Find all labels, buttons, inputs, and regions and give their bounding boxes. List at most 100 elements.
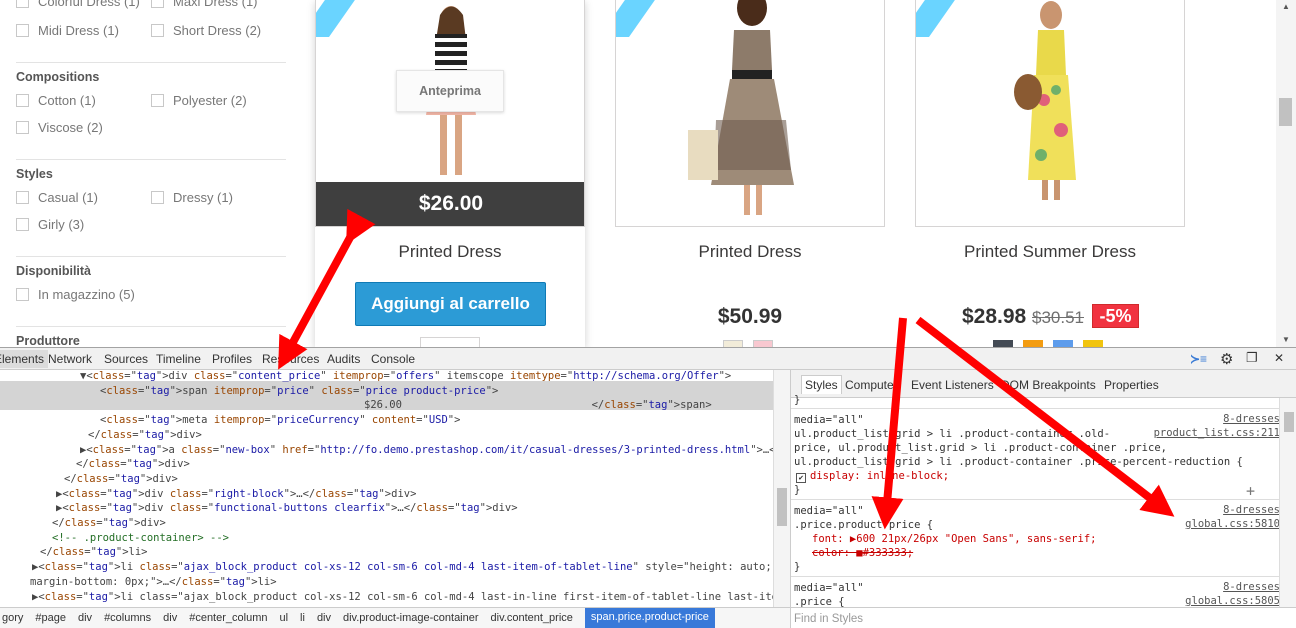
source-link[interactable]: global.css:5810 [1185, 518, 1280, 530]
dom-node-line[interactable]: </class="tag">li> [40, 545, 148, 559]
checkbox[interactable] [16, 218, 29, 231]
checkbox[interactable] [16, 94, 29, 107]
breadcrumb-item[interactable]: div [317, 612, 331, 624]
scrollbar-thumb[interactable] [1279, 98, 1292, 126]
dom-node-line[interactable]: $26.00 </class="tag">span> [364, 398, 712, 412]
tab-properties[interactable]: Properties [1104, 378, 1159, 392]
dom-node-line[interactable]: ▶<class="tag">a class="new-box" href="ht… [80, 443, 773, 457]
scrollbar-thumb[interactable] [1284, 412, 1294, 432]
dom-node-line[interactable]: </class="tag">div> [76, 457, 190, 471]
dom-node-line[interactable]: </class="tag">div> [52, 516, 166, 530]
breadcrumb-item[interactable]: div.product-image-container [343, 612, 479, 624]
dom-comment[interactable]: <!-- .product-container> --> [52, 531, 229, 545]
filter-short-dress[interactable]: Short Dress (2) [151, 23, 261, 38]
checkbox[interactable] [151, 191, 164, 204]
checkbox[interactable] [151, 24, 164, 37]
product-name[interactable]: Printed Dress [615, 242, 885, 262]
dom-node-line[interactable]: ▶<class="tag">div class="right-block">…<… [56, 487, 416, 501]
tab-elements[interactable]: Elements [0, 350, 49, 368]
dock-icon[interactable]: ❐ [1246, 350, 1258, 366]
dom-node-line[interactable]: <class="tag">meta itemprop="priceCurrenc… [100, 413, 460, 427]
checkbox[interactable] [151, 94, 164, 107]
product-card-3[interactable]: Printed Summer Dress $28.98 $30.51 -5% [915, 0, 1185, 347]
tab-styles[interactable]: Styles [801, 375, 842, 394]
color-swatch[interactable] [1053, 340, 1073, 347]
color-swatch[interactable] [993, 340, 1013, 347]
breadcrumb-item[interactable]: div [163, 612, 177, 624]
drawer-icon[interactable]: ≻≡ [1190, 352, 1207, 366]
filter-polyester[interactable]: Polyester (2) [151, 93, 247, 108]
tab-resources[interactable]: Resources [262, 352, 319, 366]
color-swatch[interactable] [723, 340, 743, 347]
product-card-1[interactable]: Anteprima $26.00 Printed Dress Aggiungi … [315, 0, 585, 347]
tab-audits[interactable]: Audits [327, 352, 360, 366]
more-button[interactable] [420, 337, 480, 347]
product-name[interactable]: Printed Dress [315, 242, 585, 262]
breadcrumb-item[interactable]: span.price.product-price [584, 608, 715, 628]
dom-node-line[interactable]: ▶<class="tag">li class="ajax_block_produ… [32, 560, 772, 574]
product-name[interactable]: Printed Summer Dress [915, 242, 1185, 262]
page-scrollbar[interactable]: ▲ ▼ [1276, 0, 1296, 347]
checkbox[interactable] [16, 0, 29, 8]
tab-dom-breakpoints[interactable]: DOM Breakpoints [1001, 378, 1096, 392]
find-in-styles-input[interactable]: Find in Styles [791, 607, 1296, 628]
checkbox[interactable] [16, 191, 29, 204]
close-icon[interactable]: ✕ [1274, 351, 1284, 365]
add-rule-icon[interactable]: + [1246, 482, 1255, 500]
filter-cotton[interactable]: Cotton (1) [16, 93, 96, 108]
tab-computed[interactable]: Computed [845, 378, 900, 392]
source-link[interactable]: product_list.css:211 [1154, 427, 1280, 439]
source-link[interactable]: 8-dresses [1223, 413, 1280, 425]
breadcrumb-item[interactable]: ul [279, 612, 288, 624]
filter-in-stock[interactable]: In magazzino (5) [16, 287, 135, 302]
color-swatch[interactable] [1083, 340, 1103, 347]
dom-node-line[interactable]: ▶<class="tag">li class="ajax_block_produ… [32, 590, 773, 604]
tab-timeline[interactable]: Timeline [156, 352, 201, 366]
filter-dressy[interactable]: Dressy (1) [151, 190, 233, 205]
styles-scrollbar[interactable] [1279, 398, 1296, 607]
filter-midi-dress[interactable]: Midi Dress (1) [16, 23, 119, 38]
product-image-container[interactable] [615, 0, 885, 227]
color-swatch[interactable] [753, 340, 773, 347]
dom-tree[interactable]: ▼<class="tag">div class="content_price" … [0, 370, 773, 606]
color-swatch[interactable] [1023, 340, 1043, 347]
tab-sources[interactable]: Sources [104, 352, 148, 366]
gear-icon[interactable]: ⚙ [1220, 350, 1233, 368]
dom-node-line[interactable]: <class="tag">span itemprop="price" class… [100, 384, 498, 398]
tab-event-listeners[interactable]: Event Listeners [911, 378, 994, 392]
color-declaration[interactable]: color: ■#333333; [812, 546, 913, 560]
dom-node-line[interactable]: ▼<class="tag">div class="content_price" … [80, 370, 731, 383]
dom-scrollbar[interactable] [773, 370, 790, 607]
checkbox[interactable] [151, 0, 164, 8]
breadcrumb-item[interactable]: gory [2, 612, 23, 624]
tab-console[interactable]: Console [371, 352, 415, 366]
font-declaration[interactable]: font: ▶600 21px/26px "Open Sans", sans-s… [812, 532, 1096, 546]
breadcrumb-item[interactable]: #columns [104, 612, 151, 624]
breadcrumb-item[interactable]: #page [35, 612, 66, 624]
declaration-row[interactable]: ✔ display: inline-block; [796, 469, 949, 483]
product-image-container[interactable]: Anteprima $26.00 [315, 0, 585, 227]
dom-node-line[interactable]: </class="tag">div> [64, 472, 178, 486]
breadcrumb-item[interactable]: div.content_price [491, 612, 573, 624]
source-link[interactable]: global.css:5805 [1185, 595, 1280, 607]
add-to-cart-button[interactable]: Aggiungi al carrello [355, 282, 546, 326]
checkbox[interactable] [16, 121, 29, 134]
filter-casual[interactable]: Casual (1) [16, 190, 98, 205]
source-link[interactable]: 8-dresses [1223, 504, 1280, 516]
filter-viscose[interactable]: Viscose (2) [16, 120, 103, 135]
filter-colorful-dress[interactable]: Colorful Dress (1) [16, 0, 140, 9]
breadcrumb-item[interactable]: #center_column [189, 612, 267, 624]
product-image-container[interactable] [915, 0, 1185, 227]
checkbox[interactable] [16, 288, 29, 301]
dom-node-line[interactable]: margin-bottom: 0px;">…</class="tag">li> [30, 575, 277, 589]
scroll-down-icon[interactable]: ▼ [1282, 335, 1290, 344]
tab-network[interactable]: Network [48, 352, 92, 366]
product-card-2[interactable]: Printed Dress $50.99 [615, 0, 885, 347]
checkbox-icon[interactable]: ✔ [796, 473, 806, 483]
breadcrumb-item[interactable]: div [78, 612, 92, 624]
scrollbar-thumb[interactable] [777, 488, 787, 526]
filter-girly[interactable]: Girly (3) [16, 217, 84, 232]
dom-node-line[interactable]: </class="tag">div> [88, 428, 202, 442]
tab-profiles[interactable]: Profiles [212, 352, 252, 366]
quick-view-button[interactable]: Anteprima [396, 70, 504, 112]
